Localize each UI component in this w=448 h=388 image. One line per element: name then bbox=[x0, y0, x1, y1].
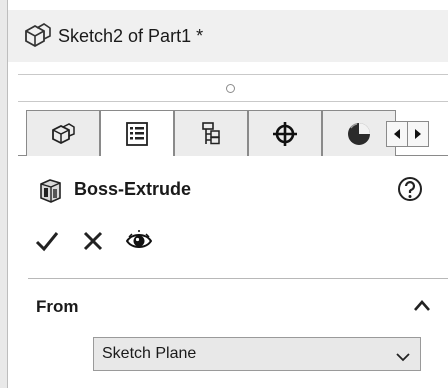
part-icon bbox=[22, 21, 52, 51]
tab-dimxpert-manager[interactable] bbox=[248, 110, 322, 156]
tab-feature-manager[interactable] bbox=[26, 110, 100, 156]
feature-header: Boss-Extrude bbox=[36, 174, 191, 204]
property-list-icon bbox=[126, 122, 148, 146]
window-left-edge bbox=[0, 0, 8, 388]
action-buttons bbox=[32, 226, 170, 256]
tab-display-manager[interactable] bbox=[322, 110, 396, 156]
feature-title: Boss-Extrude bbox=[74, 178, 192, 199]
configuration-tree-icon bbox=[202, 121, 220, 144]
tab-property-manager[interactable] bbox=[100, 110, 174, 157]
from-dropdown[interactable]: Sketch Plane bbox=[93, 337, 421, 371]
property-manager-window: Sketch2 of Part1 * Boss-Extrude From Ske… bbox=[0, 0, 448, 388]
panel-resize-grip[interactable] bbox=[18, 74, 448, 102]
chevron-up-icon[interactable] bbox=[413, 298, 431, 312]
tab-configuration-manager[interactable] bbox=[174, 110, 248, 156]
boss-extrude-icon bbox=[36, 174, 66, 204]
part-icon bbox=[52, 122, 75, 144]
section-divider bbox=[28, 278, 448, 279]
crosshair-icon bbox=[273, 121, 297, 146]
window-title: Sketch2 of Part1 * bbox=[58, 25, 204, 46]
check-icon bbox=[35, 232, 59, 252]
manager-tab-bar bbox=[18, 108, 448, 157]
scroll-right-icon bbox=[415, 129, 421, 139]
cancel-button[interactable] bbox=[78, 226, 108, 256]
tabs-scroll-right-button[interactable] bbox=[407, 121, 429, 147]
from-dropdown-value: Sketch Plane bbox=[102, 345, 197, 362]
preview-button[interactable] bbox=[124, 226, 154, 256]
ok-button[interactable] bbox=[32, 226, 62, 256]
tabs-scroll-left-button[interactable] bbox=[386, 121, 408, 147]
scroll-left-icon bbox=[394, 129, 400, 139]
from-section-title: From bbox=[36, 297, 79, 316]
eye-icon bbox=[126, 230, 152, 248]
property-manager-panel: Boss-Extrude From Sketch Plane bbox=[18, 156, 448, 388]
help-icon[interactable] bbox=[396, 175, 424, 203]
chevron-down-icon bbox=[396, 349, 410, 362]
title-bar: Sketch2 of Part1 * bbox=[8, 10, 448, 62]
appearance-sphere-icon bbox=[348, 122, 370, 145]
close-icon bbox=[83, 231, 103, 251]
grip-dot-icon bbox=[226, 84, 235, 93]
